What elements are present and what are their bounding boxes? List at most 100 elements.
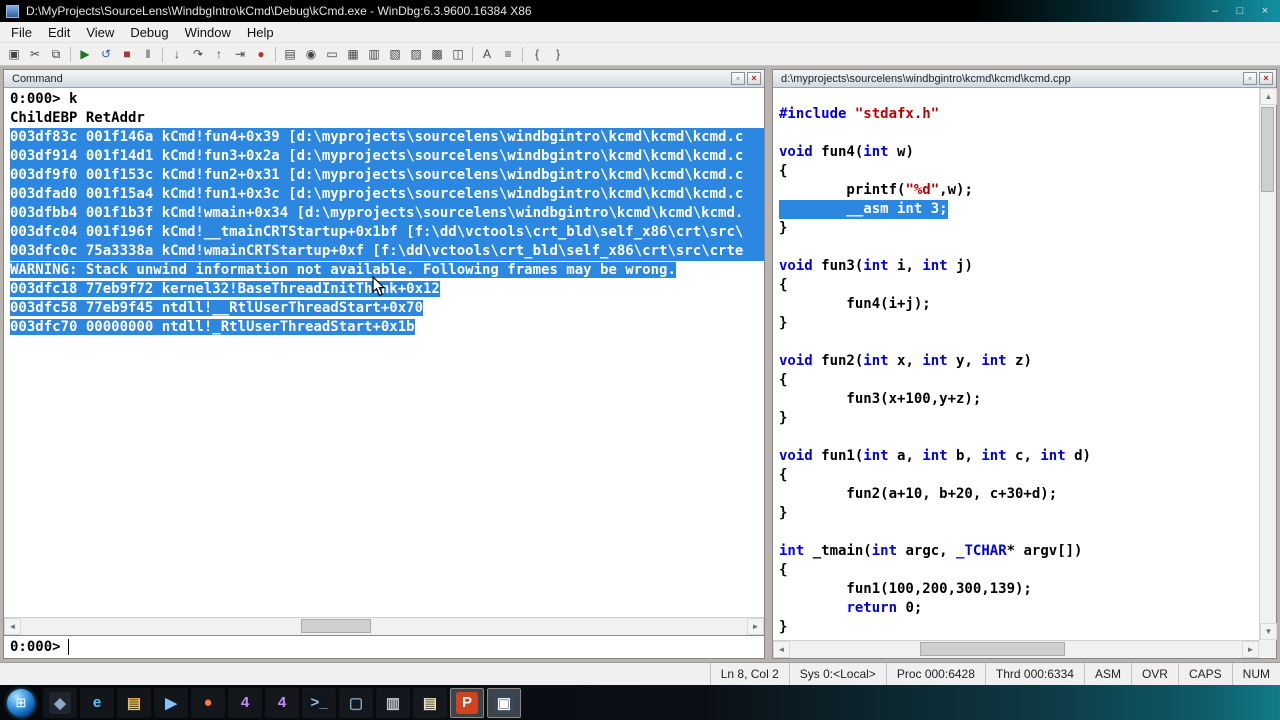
command-window-icon[interactable]: ▤ [280,45,300,64]
taskbar-item-app-gray[interactable]: ▥ [376,687,410,718]
scroll-right-icon[interactable]: ► [747,618,764,635]
minimize-icon[interactable]: – [1206,4,1224,18]
source-line[interactable]: fun1(100,200,300,139); [779,580,1259,599]
source-line[interactable]: printf("%d",w); [779,181,1259,200]
scroll-track[interactable] [1260,105,1276,623]
source-line[interactable]: #include "stdafx.h" [779,105,1259,124]
source-line[interactable] [779,523,1259,542]
source-line[interactable] [779,428,1259,447]
open-source-file-icon[interactable]: ▣ [4,45,24,64]
scroll-thumb[interactable] [301,619,371,633]
source-line[interactable]: __asm int 3; [779,200,1259,219]
scroll-right-icon[interactable]: ► [1242,641,1259,658]
command-input[interactable]: 0:000> [4,635,764,658]
pane-splitter[interactable] [765,69,772,659]
disassembly-window-icon[interactable]: ▨ [406,45,426,64]
taskbar-item-powerpoint[interactable]: P [450,687,484,718]
source-line[interactable]: fun2(a+10, b+20, c+30+d); [779,485,1259,504]
command-horizontal-scrollbar[interactable]: ◄ ► [4,617,764,635]
source-line[interactable]: { [779,371,1259,390]
stop-debugging-icon[interactable]: ■ [117,45,137,64]
processes-window-icon[interactable]: ◫ [448,45,468,64]
step-into-icon[interactable]: ↓ [167,45,187,64]
menu-view[interactable]: View [78,23,122,42]
taskbar-item-media-player-icon: ▶ [165,694,177,712]
scroll-track[interactable] [21,618,747,635]
dock-icon[interactable]: ▫ [1243,72,1257,85]
source-line[interactable]: } [779,618,1259,637]
taskbar-item-console[interactable]: >_ [302,687,336,718]
scroll-thumb[interactable] [1261,107,1274,192]
source-line[interactable]: { [779,466,1259,485]
break-icon[interactable]: ‖ [138,45,158,64]
taskbar-item-notepad[interactable]: ▤ [413,687,447,718]
taskbar-item-app-blue[interactable]: ▢ [339,687,373,718]
call-stack-window-icon[interactable]: ▧ [385,45,405,64]
taskbar-item-media-player[interactable]: ▶ [154,687,188,718]
scroll-track[interactable] [790,641,1242,658]
step-out-icon[interactable]: ↑ [209,45,229,64]
font-icon[interactable]: A [477,45,497,64]
taskbar-item-app-four-1[interactable]: 4 [228,687,262,718]
taskbar-item-explorer-folder[interactable]: ▤ [117,687,151,718]
source-line[interactable]: void fun3(int i, int j) [779,257,1259,276]
insert-breakpoint-icon[interactable]: ● [251,45,271,64]
scroll-left-icon[interactable]: ◄ [4,618,21,635]
locals-window-icon[interactable]: ▭ [322,45,342,64]
scroll-up-icon[interactable]: ▲ [1260,88,1277,105]
source-line[interactable]: { [779,561,1259,580]
source-vertical-scrollbar[interactable]: ▲ ▼ [1259,88,1277,640]
source-line[interactable] [779,238,1259,257]
source-line[interactable]: { [779,276,1259,295]
registers-window-icon[interactable]: ▦ [343,45,363,64]
options-icon[interactable]: ≡ [498,45,518,64]
source-horizontal-scrollbar[interactable]: ◄ ► [773,640,1259,658]
source-line[interactable]: } [779,409,1259,428]
taskbar-item-internet-explorer[interactable]: e [80,687,114,718]
go-icon[interactable]: ▶ [75,45,95,64]
menu-edit[interactable]: Edit [40,23,78,42]
dock-icon[interactable]: ▫ [731,72,745,85]
watch-window-icon[interactable]: ◉ [301,45,321,64]
source-line[interactable]: void fun2(int x, int y, int z) [779,352,1259,371]
scratch-pad-icon[interactable]: ▩ [427,45,447,64]
menu-help[interactable]: Help [239,23,282,42]
memory-window-icon[interactable]: ▥ [364,45,384,64]
taskbar-item-app-four-2[interactable]: 4 [265,687,299,718]
copy-icon[interactable]: ⧉ [46,45,66,64]
source-line[interactable]: } [779,219,1259,238]
source-line[interactable]: { [779,162,1259,181]
step-over-icon[interactable]: ↷ [188,45,208,64]
menu-file[interactable]: File [3,23,40,42]
source-line[interactable]: } [779,504,1259,523]
run-to-cursor-icon[interactable]: ⇥ [230,45,250,64]
source-mode-on-icon[interactable]: { [527,45,547,64]
start-button[interactable]: ⊞ [7,688,35,717]
source-line[interactable]: void fun1(int a, int b, int c, int d) [779,447,1259,466]
command-window-header[interactable]: Command ▫ × [4,70,764,88]
source-line[interactable]: fun3(x+100,y+z); [779,390,1259,409]
source-line[interactable]: } [779,314,1259,333]
source-line[interactable]: fun4(i+j); [779,295,1259,314]
source-line[interactable] [779,333,1259,352]
source-mode-off-icon[interactable]: } [548,45,568,64]
maximize-icon[interactable]: □ [1231,4,1249,18]
menu-window[interactable]: Window [177,23,239,42]
taskbar-item-app-orange[interactable]: ● [191,687,225,718]
source-line[interactable]: return 0; [779,599,1259,618]
source-window-header[interactable]: d:\myprojects\sourcelens\windbgintro\kcm… [773,70,1276,88]
scroll-left-icon[interactable]: ◄ [773,641,790,658]
scroll-down-icon[interactable]: ▼ [1260,623,1277,640]
taskbar-item-document-window[interactable]: ▣ [487,687,521,718]
scroll-thumb[interactable] [920,642,1065,656]
cut-icon[interactable]: ✂ [25,45,45,64]
source-line[interactable]: void fun4(int w) [779,143,1259,162]
close-icon[interactable]: × [1256,4,1274,18]
pane-close-icon[interactable]: × [1259,72,1273,85]
menu-debug[interactable]: Debug [122,23,176,42]
source-line[interactable] [779,124,1259,143]
restart-icon[interactable]: ↺ [96,45,116,64]
pane-close-icon[interactable]: × [747,72,761,85]
taskbar-item-app1[interactable]: ◆ [43,687,77,718]
source-line[interactable]: int _tmain(int argc, _TCHAR* argv[]) [779,542,1259,561]
